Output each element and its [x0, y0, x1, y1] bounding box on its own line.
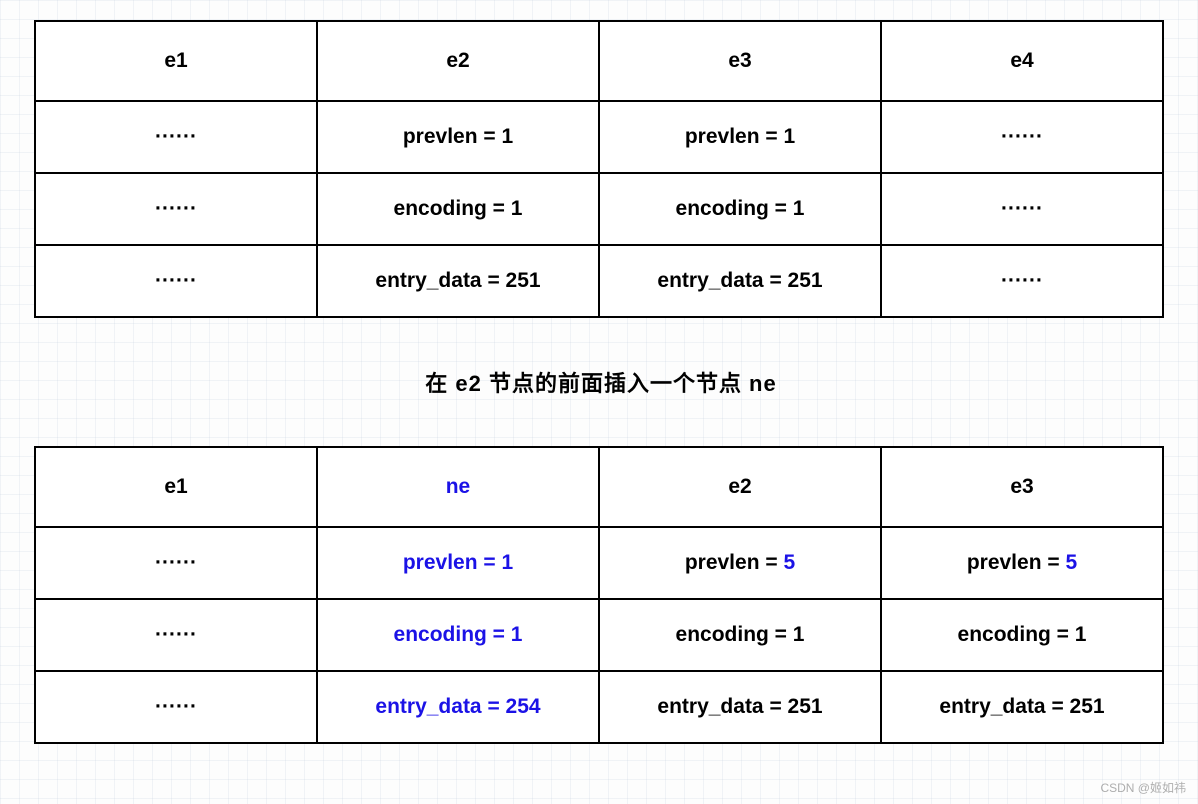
- cell: ······: [35, 101, 317, 173]
- cell: entry_data = 254: [317, 671, 599, 743]
- cell: entry_data = 251: [599, 671, 881, 743]
- cell: entry_data = 251: [881, 671, 1163, 743]
- cell: prevlen = 1: [317, 101, 599, 173]
- col-header: e4: [881, 21, 1163, 101]
- cell: prevlen = 1: [317, 527, 599, 599]
- col-header: e3: [599, 21, 881, 101]
- cell: ······: [881, 101, 1163, 173]
- cell: ······: [881, 245, 1163, 317]
- table-before-insert: e1 e2 e3 e4 ······ prevlen = 1 prevlen =…: [34, 20, 1164, 318]
- cell: entry_data = 251: [599, 245, 881, 317]
- table-after-insert: e1 ne e2 e3 ······ prevlen = 1 prevlen =…: [34, 446, 1164, 744]
- table-header-row: e1 ne e2 e3: [35, 447, 1163, 527]
- cell: encoding = 1: [881, 599, 1163, 671]
- cell: entry_data = 251: [317, 245, 599, 317]
- table-row: ······ entry_data = 251 entry_data = 251…: [35, 245, 1163, 317]
- cell: encoding = 1: [599, 173, 881, 245]
- cell: prevlen = 5: [881, 527, 1163, 599]
- table-row: ······ prevlen = 1 prevlen = 5 prevlen =…: [35, 527, 1163, 599]
- cell: encoding = 1: [317, 173, 599, 245]
- col-header: ne: [317, 447, 599, 527]
- cell: prevlen = 1: [599, 101, 881, 173]
- cell: ······: [35, 245, 317, 317]
- cell: ······: [35, 599, 317, 671]
- col-header: e3: [881, 447, 1163, 527]
- cell: ······: [35, 173, 317, 245]
- table-header-row: e1 e2 e3 e4: [35, 21, 1163, 101]
- cell: encoding = 1: [599, 599, 881, 671]
- col-header: e1: [35, 447, 317, 527]
- cell: ······: [35, 671, 317, 743]
- col-header: e2: [599, 447, 881, 527]
- col-header: e2: [317, 21, 599, 101]
- table-row: ······ encoding = 1 encoding = 1 encodin…: [35, 599, 1163, 671]
- cell: ······: [35, 527, 317, 599]
- diagram-caption: 在 e2 节点的前面插入一个节点 ne: [34, 366, 1168, 398]
- cell: prevlen = 5: [599, 527, 881, 599]
- table-row: ······ entry_data = 254 entry_data = 251…: [35, 671, 1163, 743]
- table-row: ······ encoding = 1 encoding = 1 ······: [35, 173, 1163, 245]
- table-row: ······ prevlen = 1 prevlen = 1 ······: [35, 101, 1163, 173]
- watermark: CSDN @姬如祎: [1100, 779, 1186, 796]
- cell: ······: [881, 173, 1163, 245]
- cell: encoding = 1: [317, 599, 599, 671]
- col-header: e1: [35, 21, 317, 101]
